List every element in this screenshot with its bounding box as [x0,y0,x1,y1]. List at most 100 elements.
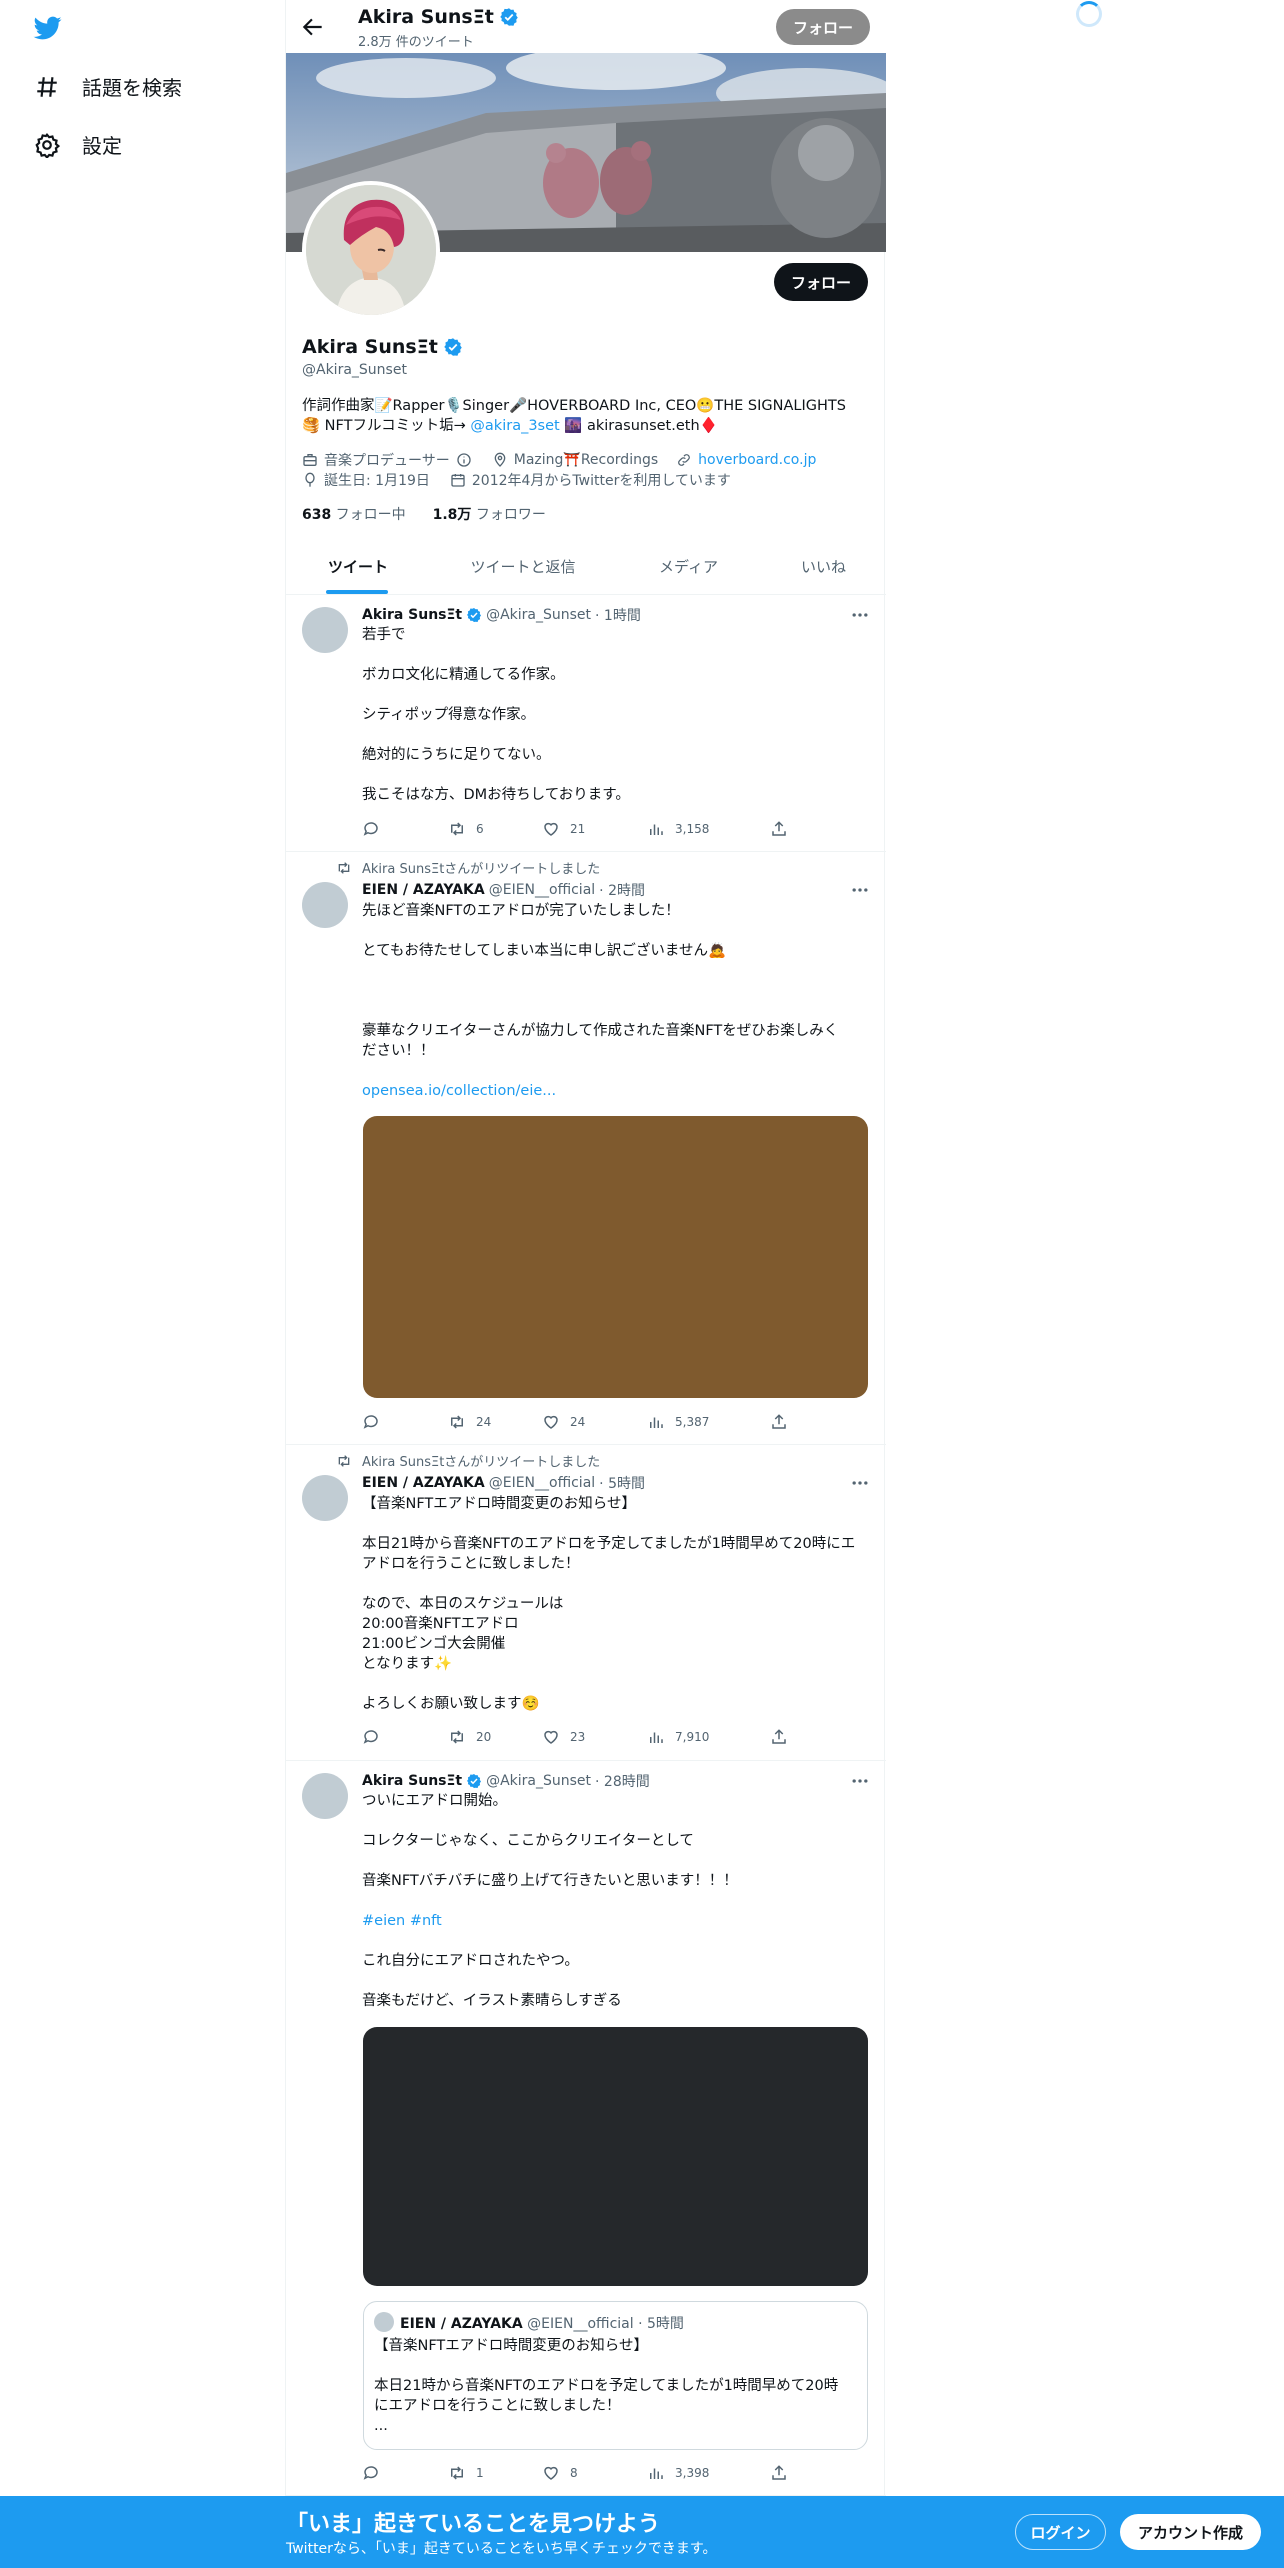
tweet-avatar[interactable] [302,882,348,928]
signup-banner-title: 「いま」起きていることを見つけよう [286,2512,661,2537]
verified-badge-icon [444,338,462,356]
tab-tweets-replies[interactable]: ツイートと返信 [430,538,616,595]
retweet-button[interactable]: 6 [448,820,484,838]
back-arrow-icon[interactable] [300,14,326,40]
view-count: 3,398 [675,2466,710,2480]
quoted-handle: @EIEN__official [527,2316,634,2332]
share-button[interactable] [770,1728,788,1746]
following-link[interactable]: 638 フォロー中 [302,507,406,523]
retweeted-by-text[interactable]: Akira SunsΞtさんがリツイートしました [362,858,600,877]
bio-mention-link[interactable]: @akira_3set [470,418,559,434]
signup-button[interactable]: アカウント作成 [1120,2514,1261,2550]
tweet[interactable]: Akira SunsΞtさんがリツイートしました EIEN / AZAYAKA … [286,852,886,1445]
tweet-time[interactable]: · 1時間 [595,605,641,625]
reply-button[interactable] [362,820,390,838]
analytics-icon [650,1417,663,1428]
tab-likes[interactable]: いいね [761,538,886,595]
retweet-icon [338,1454,350,1467]
tweet-avatar[interactable] [302,1475,348,1521]
bio-line-2: 🥞 NFTフルコミット垢→ @akira_3set 🌆 akirasunset.… [302,416,872,436]
analytics-icon [650,824,663,835]
signup-banner: 「いま」起きていることを見つけよう Twitterなら、「いま」起きていることを… [0,2496,1284,2568]
profile-website-link[interactable]: hoverboard.co.jp [698,452,816,468]
share-icon [772,1414,786,1429]
like-button[interactable]: 23 [542,1728,585,1746]
tweet-author[interactable]: EIEN / AZAYAKA [362,1475,485,1491]
briefcase-icon [303,454,317,466]
more-options-icon[interactable] [850,1473,870,1493]
balloon-icon [305,472,315,487]
tweet-header: Akira SunsΞt @Akira_Sunset · 28時間 [362,1771,650,1791]
tweet-time[interactable]: · 2時間 [599,880,645,900]
profile-follow-counts: 638 フォロー中 1.8万 フォロワー [302,504,546,524]
share-button[interactable] [770,820,788,838]
tweet-text: 若手で ボカロ文化に精通してる作家。 シティポップ得意な作家。 絶対的にうちに足… [362,627,630,803]
views-button[interactable]: 3,398 [647,2464,709,2482]
retweet-icon [451,1730,463,1744]
like-count: 23 [570,1730,586,1744]
followers-link[interactable]: 1.8万 フォロワー [433,507,546,523]
calendar-icon [451,474,465,487]
tweet-time[interactable]: · 28時間 [595,1771,650,1791]
profile-avatar[interactable] [302,181,440,319]
profile-location: Mazing⛩️Recordings [513,452,659,468]
tweet-avatar[interactable] [302,607,348,653]
like-button[interactable]: 8 [542,2464,578,2482]
profile-birthday: 誕生日: 1月19日 [324,473,430,489]
reply-button[interactable] [362,1413,390,1431]
retweet-button[interactable]: 20 [448,1728,491,1746]
quoted-time: · 5時間 [638,2316,684,2332]
views-button[interactable]: 3,158 [647,820,709,838]
tweet-media-image[interactable] [363,2027,868,2286]
retweet-button[interactable]: 24 [448,1413,491,1431]
followers-label: フォロワー [471,507,546,523]
twitter-bird-icon[interactable] [32,14,64,42]
profile-column: Akira SunsΞt 2.8万 件のツイート フォロー フォロー Akira… [285,0,886,2568]
tweet[interactable]: Akira SunsΞtさんがリツイートしました EIEN / AZAYAKA … [286,1445,886,1761]
more-options-icon[interactable] [850,605,870,625]
profile-category: 音楽プロデューサー [324,453,450,469]
views-button[interactable]: 5,387 [647,1413,709,1431]
quoted-tweet[interactable]: EIEN / AZAYAKA @EIEN__official · 5時間 【音楽… [363,2301,868,2450]
sidebar-item-settings[interactable]: 設定 [34,130,122,159]
profile-follow-button[interactable]: フォロー [774,263,868,301]
signup-banner-subtitle: Twitterなら、「いま」起きていることをいち早くチェックできます。 [286,2541,717,2557]
tweet-avatar[interactable] [302,1773,348,1819]
login-button[interactable]: ログイン [1015,2514,1106,2550]
profile-handle: @Akira_Sunset [302,362,407,378]
share-button[interactable] [770,2464,788,2482]
more-options-icon[interactable] [850,1771,870,1791]
gear-icon [35,132,60,158]
tweet-author[interactable]: Akira SunsΞt [362,1773,462,1789]
reply-button[interactable] [362,2464,390,2482]
tweet[interactable]: Akira SunsΞt @Akira_Sunset · 28時間 ついにエアド… [286,1761,886,2496]
retweeted-by-text[interactable]: Akira SunsΞtさんがリツイートしました [362,1451,600,1470]
like-button[interactable]: 24 [542,1413,585,1431]
tweet-header: Akira SunsΞt @Akira_Sunset · 1時間 [362,605,641,625]
info-icon[interactable] [456,452,472,468]
views-button[interactable]: 7,910 [647,1728,709,1746]
retweet-count: 24 [476,1415,492,1429]
retweet-button[interactable]: 1 [448,2464,484,2482]
tweet-media-image[interactable] [363,1116,868,1398]
tab-tweets[interactable]: ツイート [286,538,430,595]
tweet-hashtags[interactable]: #eien #nft [362,1911,872,1931]
sidebar-item-explore[interactable]: 話題を検索 [34,72,182,101]
header-name-text: Akira SunsΞt [358,6,494,28]
heart-icon [544,1730,558,1744]
reply-button[interactable] [362,1728,390,1746]
tweet-time[interactable]: · 5時間 [599,1473,645,1493]
tab-media[interactable]: メディア [616,538,761,595]
tweet-author[interactable]: EIEN / AZAYAKA [362,882,485,898]
tweet[interactable]: Akira SunsΞt @Akira_Sunset · 1時間 若手で ボカロ… [286,595,886,852]
like-button[interactable]: 21 [542,820,585,838]
verified-badge-icon [467,608,482,622]
quoted-author: EIEN / AZAYAKA [400,2316,523,2332]
share-button[interactable] [770,1413,788,1431]
heart-icon [544,822,558,836]
more-options-icon[interactable] [850,880,870,900]
retweet-indicator: Akira SunsΞtさんがリツイートしました [336,1451,600,1470]
header-follow-button[interactable]: フォロー [776,9,870,45]
tweet-link[interactable]: opensea.io/collection/eie... [362,1081,872,1101]
tweet-author[interactable]: Akira SunsΞt [362,607,462,623]
